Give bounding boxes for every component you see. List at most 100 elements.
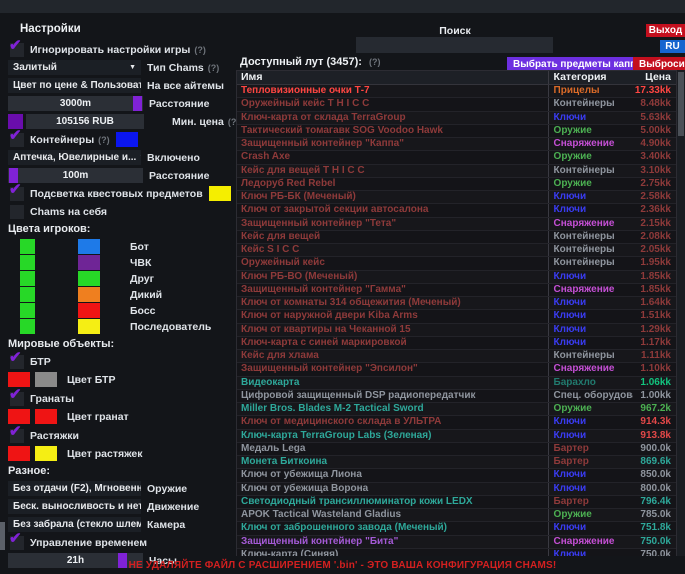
checkbox-checked[interactable]: ✔ xyxy=(10,43,24,57)
table-row[interactable]: Ключ РБ-ВО (Меченый)Ключи1.85kk xyxy=(237,271,676,284)
time-control-checkbox-row[interactable]: ✔ Управление временем xyxy=(10,535,234,550)
table-row[interactable]: Ключ от квартиры на Чеканной 15Ключи1.29… xyxy=(237,324,676,337)
table-row[interactable]: Светодиодный трансиллюминатор кожи LEDXБ… xyxy=(237,496,676,509)
weapon-dropdown[interactable]: Без отдачи (F2), Мгновенное п▼ xyxy=(8,481,141,496)
table-row[interactable]: Кейс S I C CКонтейнеры2.05kk xyxy=(237,244,676,257)
table-row[interactable]: Медаль LegaБартер900.0k xyxy=(237,443,676,456)
table-row[interactable]: Ключ от комнаты 314 общежития (Меченый)К… xyxy=(237,297,676,310)
containers-filter-dropdown[interactable]: Аптечка, Ювелирные и...▼ xyxy=(8,150,141,165)
item-distance-slider[interactable]: 3000m xyxy=(8,96,143,111)
table-row[interactable]: Ключ-карта с синей маркировкойКлючи1.17k… xyxy=(237,337,676,350)
item-price: 900.0k xyxy=(633,443,676,455)
checkbox-unchecked[interactable] xyxy=(10,205,24,219)
player-color-swatch-1[interactable] xyxy=(20,287,35,302)
chams-type-dropdown[interactable]: Залитый▼ xyxy=(8,60,141,75)
table-row[interactable]: Монета БиткоинаБартер869.6k xyxy=(237,456,676,469)
table-scrollbar[interactable] xyxy=(677,70,685,556)
grenades-checkbox-row[interactable]: ✔ Гранаты xyxy=(10,391,234,406)
checkbox-checked[interactable]: ✔ xyxy=(10,392,24,406)
quest-highlight-checkbox-row[interactable]: ✔ Подсветка квестовых предметов xyxy=(10,186,234,201)
table-row[interactable]: Защищенный контейнер "Бита"Снаряжение750… xyxy=(237,536,676,549)
btr-color-swatch-1[interactable] xyxy=(8,372,30,387)
checkbox-checked[interactable]: ✔ xyxy=(10,133,24,147)
panel-scrollbar-thumb[interactable] xyxy=(0,522,5,550)
btr-color-swatch-2[interactable] xyxy=(35,372,57,387)
tripwires-color-swatch-1[interactable] xyxy=(8,446,30,461)
table-row[interactable]: Ключ от заброшенного завода (Меченый)Клю… xyxy=(237,522,676,535)
player-color-swatch-2[interactable] xyxy=(78,303,100,318)
tripwires-color-swatch-2[interactable] xyxy=(35,446,57,461)
table-row[interactable]: Ключ от убежища ЛионаКлючи850.0k xyxy=(237,469,676,482)
containers-checkbox-row[interactable]: ✔ Контейнеры (?) xyxy=(10,132,234,147)
slider-handle[interactable] xyxy=(133,96,142,111)
table-row[interactable]: Кейс для вещейКонтейнеры2.08kk xyxy=(237,231,676,244)
movement-dropdown[interactable]: Беск. выносливость и нет уста▼ xyxy=(8,499,141,514)
item-name: Оружейный кейс T H I C C xyxy=(237,98,548,110)
table-row[interactable]: Тактический томагавк SOG Voodoo HawkОруж… xyxy=(237,125,676,138)
containers-color-swatch[interactable] xyxy=(116,132,138,147)
grenades-color-swatch-1[interactable] xyxy=(8,409,30,424)
table-row[interactable]: Ключ-карта от склада TerraGroupКлючи5.63… xyxy=(237,112,676,125)
grenades-color-swatch-2[interactable] xyxy=(35,409,57,424)
language-button[interactable]: RU xyxy=(660,40,685,53)
table-row[interactable]: Оружейный кейс T H I C CКонтейнеры8.48kk xyxy=(237,98,676,111)
player-color-swatch-1[interactable] xyxy=(20,271,35,286)
table-row[interactable]: Тепловизионные очки Т-7Прицелы17.33kk xyxy=(237,85,676,98)
drop-all-button[interactable]: Выбросить все xyxy=(633,57,685,71)
table-row[interactable]: Кейс для вещей T H I C CКонтейнеры3.10kk xyxy=(237,165,676,178)
help-icon[interactable]: (?) xyxy=(98,135,110,145)
table-row[interactable]: Кейс для хламаКонтейнеры1.11kk xyxy=(237,350,676,363)
table-row[interactable]: Защищенный контейнер "Гамма"Снаряжение1.… xyxy=(237,284,676,297)
column-header-name[interactable]: Имя xyxy=(237,71,548,84)
checkbox-checked[interactable]: ✔ xyxy=(10,355,24,369)
player-color-swatch-2[interactable] xyxy=(78,271,100,286)
chams-self-checkbox-row[interactable]: Chams на себя xyxy=(10,204,234,219)
item-price: 2.36kk xyxy=(633,204,676,216)
table-row[interactable]: Ключ от закрытой секции автосалонаКлючи2… xyxy=(237,204,676,217)
quest-highlight-color-swatch[interactable] xyxy=(209,186,231,201)
color-mode-dropdown[interactable]: Цвет по цене & Пользователь▼ xyxy=(8,78,141,93)
select-kappa-items-button[interactable]: Выбрать предметы каппа xyxy=(507,57,648,71)
camera-dropdown[interactable]: Без забрала (стекло шлема)▼ xyxy=(8,517,141,532)
table-row[interactable]: Ключ-карта (Синяя)Ключи750.0k xyxy=(237,549,676,556)
player-color-swatch-1[interactable] xyxy=(20,255,35,270)
player-color-swatch-1[interactable] xyxy=(20,239,35,254)
btr-checkbox-row[interactable]: ✔ БТР xyxy=(10,354,234,369)
table-row[interactable]: ВидеокартаБарахло1.06kk xyxy=(237,377,676,390)
table-row[interactable]: Защищенный контейнер "Каппа"Снаряжение4.… xyxy=(237,138,676,151)
help-icon[interactable]: (?) xyxy=(194,45,206,55)
table-row[interactable]: Miller Bros. Blades M-2 Tactical SwordОр… xyxy=(237,403,676,416)
player-color-swatch-2[interactable] xyxy=(78,319,100,334)
help-icon[interactable]: (?) xyxy=(208,63,220,73)
checkbox-checked[interactable]: ✔ xyxy=(10,536,24,550)
table-row[interactable]: Ключ РБ-БК (Меченый)Ключи2.58kk xyxy=(237,191,676,204)
player-color-swatch-2[interactable] xyxy=(78,239,100,254)
player-color-swatch-1[interactable] xyxy=(20,303,35,318)
ignore-game-settings-checkbox-row[interactable]: ✔ Игнорировать настройки игры (?) xyxy=(10,42,234,57)
column-header-category[interactable]: Категория xyxy=(548,71,634,84)
player-color-swatch-2[interactable] xyxy=(78,255,100,270)
containers-distance-slider[interactable]: 100m xyxy=(8,168,143,183)
table-row[interactable]: Ключ от наружной двери Kiba ArmsКлючи1.5… xyxy=(237,310,676,323)
checkbox-checked[interactable]: ✔ xyxy=(10,187,24,201)
column-header-price[interactable]: Цена xyxy=(633,71,676,84)
tripwires-checkbox-row[interactable]: ✔ Растяжки xyxy=(10,428,234,443)
table-scrollbar-thumb[interactable] xyxy=(678,72,684,136)
table-row[interactable]: Защищенный контейнер "Тета"Снаряжение2.1… xyxy=(237,218,676,231)
player-color-swatch-1[interactable] xyxy=(20,319,35,334)
table-row[interactable]: Ледоруб Red RebelОружие2.75kk xyxy=(237,178,676,191)
help-icon[interactable]: (?) xyxy=(369,57,381,67)
table-row[interactable]: APOK Tactical Wasteland GladiusОружие785… xyxy=(237,509,676,522)
player-color-swatch-2[interactable] xyxy=(78,287,100,302)
table-row[interactable]: Ключ-карта TerraGroup Labs (Зеленая)Ключ… xyxy=(237,430,676,443)
search-input[interactable] xyxy=(356,37,553,53)
checkbox-checked[interactable]: ✔ xyxy=(10,429,24,443)
min-price-input[interactable]: 105156 RUB xyxy=(26,114,144,129)
table-row[interactable]: Защищенный контейнер "Эпсилон"Снаряжение… xyxy=(237,363,676,376)
table-row[interactable]: Оружейный кейсКонтейнеры1.95kk xyxy=(237,257,676,270)
table-row[interactable]: Ключ от медицинского склада в УЛЬТРАКлюч… xyxy=(237,416,676,429)
table-row[interactable]: Ключ от убежища ВоронаКлючи800.0k xyxy=(237,483,676,496)
table-row[interactable]: Цифровой защищенный DSP радиопередатчикС… xyxy=(237,390,676,403)
table-row[interactable]: Crash AxeОружие3.40kk xyxy=(237,151,676,164)
exit-button[interactable]: Выход xyxy=(646,24,685,37)
